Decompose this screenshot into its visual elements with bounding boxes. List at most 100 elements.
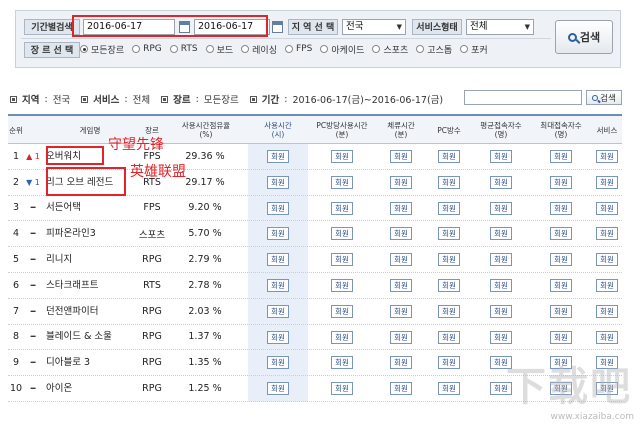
pc-count-button[interactable]: 회원 [438,201,460,215]
stay-time-button[interactable]: 회원 [390,278,412,292]
pc-use-time-button[interactable]: 회원 [331,175,353,189]
max-users-button[interactable]: 회원 [550,201,572,215]
service-button[interactable]: 회원 [596,253,618,267]
max-users-button[interactable]: 회원 [550,253,572,267]
genre-radio[interactable]: 스포츠 [372,43,408,56]
game-name-cell: 리니지 [46,254,73,266]
share-rate-cell: 5.70 % [188,228,222,240]
genre-radio[interactable]: RPG [132,44,162,54]
max-users-button[interactable]: 회원 [550,304,572,318]
pc-count-button[interactable]: 회원 [438,330,460,344]
rank-cell: 3 [12,202,20,214]
genre-radio[interactable]: 아케이드 [320,43,364,56]
radio-icon[interactable] [205,45,214,53]
max-users-button[interactable]: 회원 [550,330,572,344]
service-select[interactable]: 전체 ▼ [466,19,534,35]
service-button[interactable]: 회원 [596,304,618,318]
genre-radio[interactable]: RTS [169,44,198,54]
pc-use-time-button[interactable]: 회원 [331,304,353,318]
pc-use-time-button[interactable]: 회원 [331,278,353,292]
stay-time-button[interactable]: 회원 [390,227,412,241]
service-button[interactable]: 회원 [596,201,618,215]
pc-use-time-button[interactable]: 회원 [331,356,353,370]
max-users-button[interactable]: 회원 [550,278,572,292]
service-button[interactable]: 회원 [596,175,618,189]
avg-users-button[interactable]: 회원 [490,175,512,189]
table-search-input[interactable] [464,90,582,105]
avg-users-button[interactable]: 회원 [490,304,512,318]
pc-use-time-button[interactable]: 회원 [331,150,353,163]
pc-use-time-button[interactable]: 회원 [331,227,353,241]
search-button[interactable]: 검색 [555,20,613,54]
pc-count-button[interactable]: 회원 [438,227,460,241]
stay-time-button[interactable]: 회원 [390,150,412,163]
pc-use-time-button[interactable]: 회원 [331,253,353,267]
pc-count-button[interactable]: 회원 [438,253,460,267]
use-time-button[interactable]: 회원 [267,150,289,163]
genre-radio[interactable]: 고스톱 [416,43,452,56]
max-users-button[interactable]: 회원 [550,150,572,163]
calendar-icon[interactable] [272,21,283,33]
radio-icon[interactable] [132,45,141,53]
pc-use-time-button[interactable]: 회원 [331,201,353,215]
avg-users-button[interactable]: 회원 [490,227,512,241]
radio-icon[interactable] [241,45,250,53]
max-users-button[interactable]: 회원 [550,175,572,189]
use-time-button[interactable]: 회원 [267,227,289,241]
radio-icon[interactable] [320,45,329,53]
pc-count-button[interactable]: 회원 [438,150,460,163]
game-name-cell: 블레이드 & 소울 [46,331,112,343]
stay-time-button[interactable]: 회원 [390,175,412,189]
table-row: 8 ━ 블레이드 & 소울 RPG 1.37 % 회원 회원 회원 회원 회원 회원 회원 [8,325,622,351]
genre-cell: 스포츠 [138,229,166,241]
service-button[interactable]: 회원 [596,150,618,163]
avg-users-button[interactable]: 회원 [490,278,512,292]
region-select[interactable]: 전국 ▼ [342,19,406,35]
genre-radio[interactable]: 모든장르 [80,43,124,56]
table-search-button[interactable]: 검색 [586,90,622,105]
avg-users-button[interactable]: 회원 [490,201,512,215]
summary-period-value: 2016-06-17(금)~2016-06-17(금) [292,95,444,106]
service-button[interactable]: 회원 [596,278,618,292]
genre-radio[interactable]: 보드 [205,43,233,56]
max-users-button[interactable]: 회원 [550,227,572,241]
radio-icon[interactable] [460,45,469,53]
genre-cell: RPG [142,331,162,343]
radio-icon[interactable] [169,45,178,53]
service-button[interactable]: 회원 [596,330,618,344]
radio-icon[interactable] [416,45,425,53]
pc-use-time-button[interactable]: 회원 [331,330,353,344]
stay-time-button[interactable]: 회원 [390,201,412,215]
use-time-button[interactable]: 회원 [267,356,289,370]
avg-users-button[interactable]: 회원 [490,330,512,344]
use-time-button[interactable]: 회원 [267,175,289,189]
stay-time-button[interactable]: 회원 [390,330,412,344]
radio-icon[interactable] [372,45,381,53]
use-time-button[interactable]: 회원 [267,278,289,292]
pc-count-button[interactable]: 회원 [438,175,460,189]
pc-use-time-button[interactable]: 회원 [331,382,353,396]
genre-radio[interactable]: 포커 [460,43,488,56]
radio-icon[interactable] [285,45,293,53]
pc-count-button[interactable]: 회원 [438,356,460,370]
use-time-button[interactable]: 회원 [267,330,289,344]
use-time-button[interactable]: 회원 [267,201,289,215]
radio-icon[interactable] [80,45,88,53]
stay-time-button[interactable]: 회원 [390,304,412,318]
use-time-button[interactable]: 회원 [267,253,289,267]
share-rate-cell: 1.25 % [188,383,222,395]
rank-change-cell: ▲ 1 [26,151,40,161]
pc-count-button[interactable]: 회원 [438,278,460,292]
genre-radio[interactable]: FPS [285,44,312,54]
pc-count-button[interactable]: 회원 [438,304,460,318]
stay-time-button[interactable]: 회원 [390,253,412,267]
service-button[interactable]: 회원 [596,227,618,241]
pc-count-button[interactable]: 회원 [438,382,460,396]
avg-users-button[interactable]: 회원 [490,150,512,163]
stay-time-button[interactable]: 회원 [390,382,412,396]
use-time-button[interactable]: 회원 [267,382,289,396]
avg-users-button[interactable]: 회원 [490,253,512,267]
genre-radio[interactable]: 레이싱 [241,43,277,56]
stay-time-button[interactable]: 회원 [390,356,412,370]
use-time-button[interactable]: 회원 [267,304,289,318]
